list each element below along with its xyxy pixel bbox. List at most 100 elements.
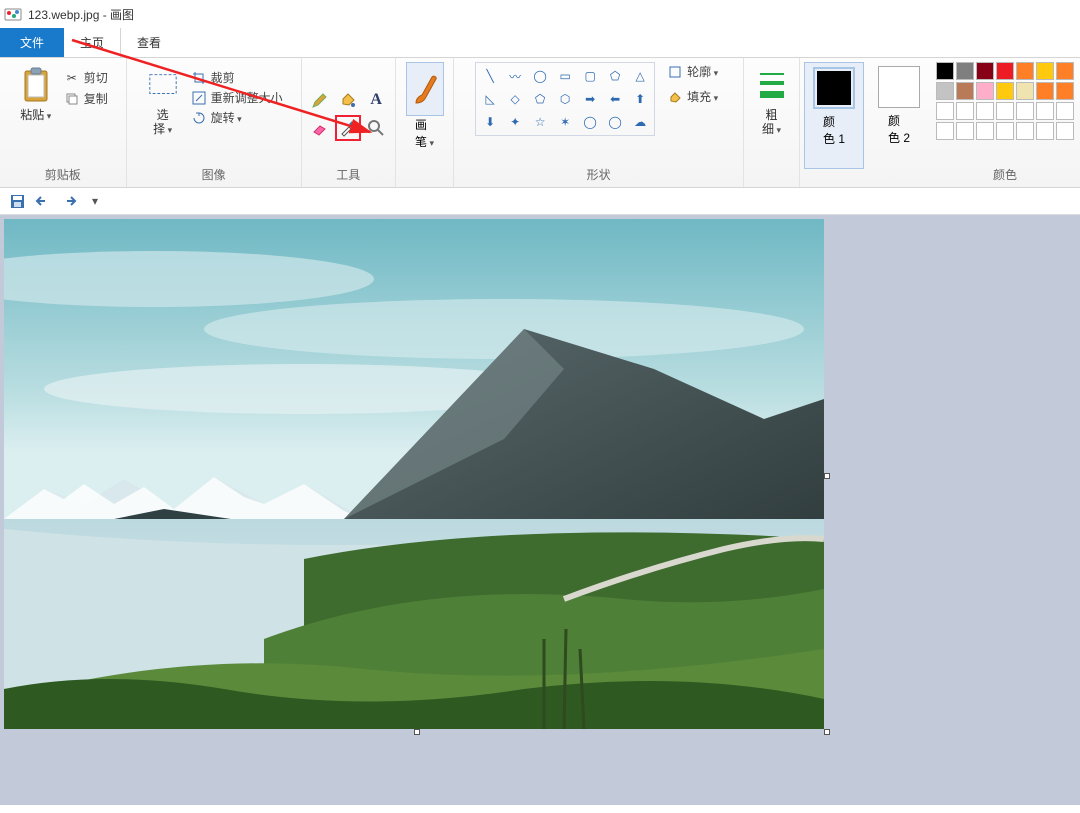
palette-swatch[interactable] [976,82,994,100]
size-button[interactable]: 粗 细 [750,62,794,141]
paste-label: 粘贴 [20,108,51,123]
group-label-clipboard: 剪贴板 [45,166,81,185]
palette-swatch[interactable] [996,102,1014,120]
palette-swatch[interactable] [1056,122,1074,140]
crop-button[interactable]: 裁剪 [187,68,287,87]
shape-polygon[interactable]: ⬠ [603,65,627,87]
fill-tool[interactable] [335,87,361,113]
shape-arrow-d[interactable]: ⬇ [478,111,502,133]
outline-button[interactable]: 轮廓 [663,62,722,81]
palette-swatch[interactable] [936,62,954,80]
shape-rect[interactable]: ▭ [553,65,577,87]
shapes-gallery[interactable]: ╲ 〰 ◯ ▭ ▢ ⬠ △ ◺ ◇ ⬠ ⬡ ➡ ⬅ ⬆ ⬇ ✦ ☆ ✶ ◯ ◯ [475,62,655,136]
palette-swatch[interactable] [936,102,954,120]
shape-hexagon[interactable]: ⬡ [553,88,577,110]
tab-view[interactable]: 查看 [121,28,177,57]
rotate-button[interactable]: 旋转 [187,108,287,127]
palette-swatch[interactable] [936,122,954,140]
group-image: 选 择 裁剪 重新调整大小 [127,58,302,187]
palette-swatch[interactable] [936,82,954,100]
rotate-icon [191,110,207,126]
menu-bar: 文件 主页 查看 [0,28,1080,58]
palette-swatch[interactable] [1056,102,1074,120]
palette-swatch[interactable] [1016,102,1034,120]
fill-button[interactable]: 填充 [663,87,722,106]
palette-swatch[interactable] [1056,82,1074,100]
undo-icon [35,194,51,208]
palette-swatch[interactable] [996,62,1014,80]
palette-swatch[interactable] [956,62,974,80]
shape-5star[interactable]: ☆ [528,111,552,133]
color-palette [936,62,1074,140]
outline-label: 轮廓 [687,63,718,80]
resize-handle-right[interactable] [824,473,830,479]
palette-swatch[interactable] [976,122,994,140]
palette-swatch[interactable] [1036,82,1054,100]
shape-4star[interactable]: ✦ [503,111,527,133]
qat-customize[interactable]: ▾ [86,192,104,210]
shape-right-tri[interactable]: ◺ [478,88,502,110]
palette-swatch[interactable] [1056,62,1074,80]
canvas-area [0,215,1080,805]
pencil-tool[interactable] [307,87,333,113]
shape-callout-cl[interactable]: ☁ [628,111,652,133]
quick-access-toolbar: ▾ [0,188,1080,215]
text-tool[interactable]: A [363,87,389,113]
copy-button[interactable]: 复制 [60,89,112,108]
shape-arrow-l[interactable]: ⬅ [603,88,627,110]
palette-swatch[interactable] [956,82,974,100]
palette-swatch[interactable] [976,102,994,120]
paste-button[interactable]: 粘贴 [14,62,58,127]
cut-button[interactable]: ✂ 剪切 [60,68,112,87]
redo-button[interactable] [60,192,78,210]
text-icon: A [370,91,382,109]
shape-6star[interactable]: ✶ [553,111,577,133]
palette-swatch[interactable] [1016,122,1034,140]
tab-file[interactable]: 文件 [0,28,64,57]
shape-callout-rd[interactable]: ◯ [578,111,602,133]
magnifier-tool[interactable] [363,115,389,141]
color-picker-tool[interactable] [335,115,361,141]
select-button[interactable]: 选 择 [141,62,185,141]
save-button[interactable] [8,192,26,210]
color2-button[interactable]: 颜 色 2 [870,62,928,169]
color1-button[interactable]: 颜 色 1 [804,62,864,169]
shape-diamond[interactable]: ◇ [503,88,527,110]
resize-button[interactable]: 重新调整大小 [187,88,287,107]
palette-swatch[interactable] [1036,122,1054,140]
color1-label: 颜 色 1 [823,113,845,147]
group-label-colors: 颜色 [993,166,1017,185]
outline-icon [667,64,683,80]
palette-swatch[interactable] [996,122,1014,140]
resize-handle-bottom[interactable] [414,729,420,735]
shape-oval[interactable]: ◯ [528,65,552,87]
select-icon [147,66,179,106]
shape-roundrect[interactable]: ▢ [578,65,602,87]
palette-swatch[interactable] [1036,62,1054,80]
palette-swatch[interactable] [956,102,974,120]
shape-triangle[interactable]: △ [628,65,652,87]
tab-home[interactable]: 主页 [64,28,121,57]
palette-swatch[interactable] [1016,82,1034,100]
palette-swatch[interactable] [956,122,974,140]
palette-swatch[interactable] [976,62,994,80]
palette-swatch[interactable] [996,82,1014,100]
palette-swatch[interactable] [1016,62,1034,80]
ribbon: 粘贴 ✂ 剪切 复制 剪贴板 [0,58,1080,188]
resize-handle-corner[interactable] [824,729,830,735]
shape-callout-ov[interactable]: ◯ [603,111,627,133]
shape-pentagon[interactable]: ⬠ [528,88,552,110]
cut-label: 剪切 [84,69,108,86]
title-bar: 123.webp.jpg - 画图 [0,0,1080,28]
brush-button[interactable] [406,62,444,116]
brush-label: 画 笔 [415,116,434,150]
shape-arrow-r[interactable]: ➡ [578,88,602,110]
shape-arrow-u[interactable]: ⬆ [628,88,652,110]
shape-curve[interactable]: 〰 [503,65,527,87]
save-icon [10,194,25,209]
canvas[interactable] [4,219,824,729]
shape-line[interactable]: ╲ [478,65,502,87]
eraser-tool[interactable] [307,115,333,141]
palette-swatch[interactable] [1036,102,1054,120]
undo-button[interactable] [34,192,52,210]
